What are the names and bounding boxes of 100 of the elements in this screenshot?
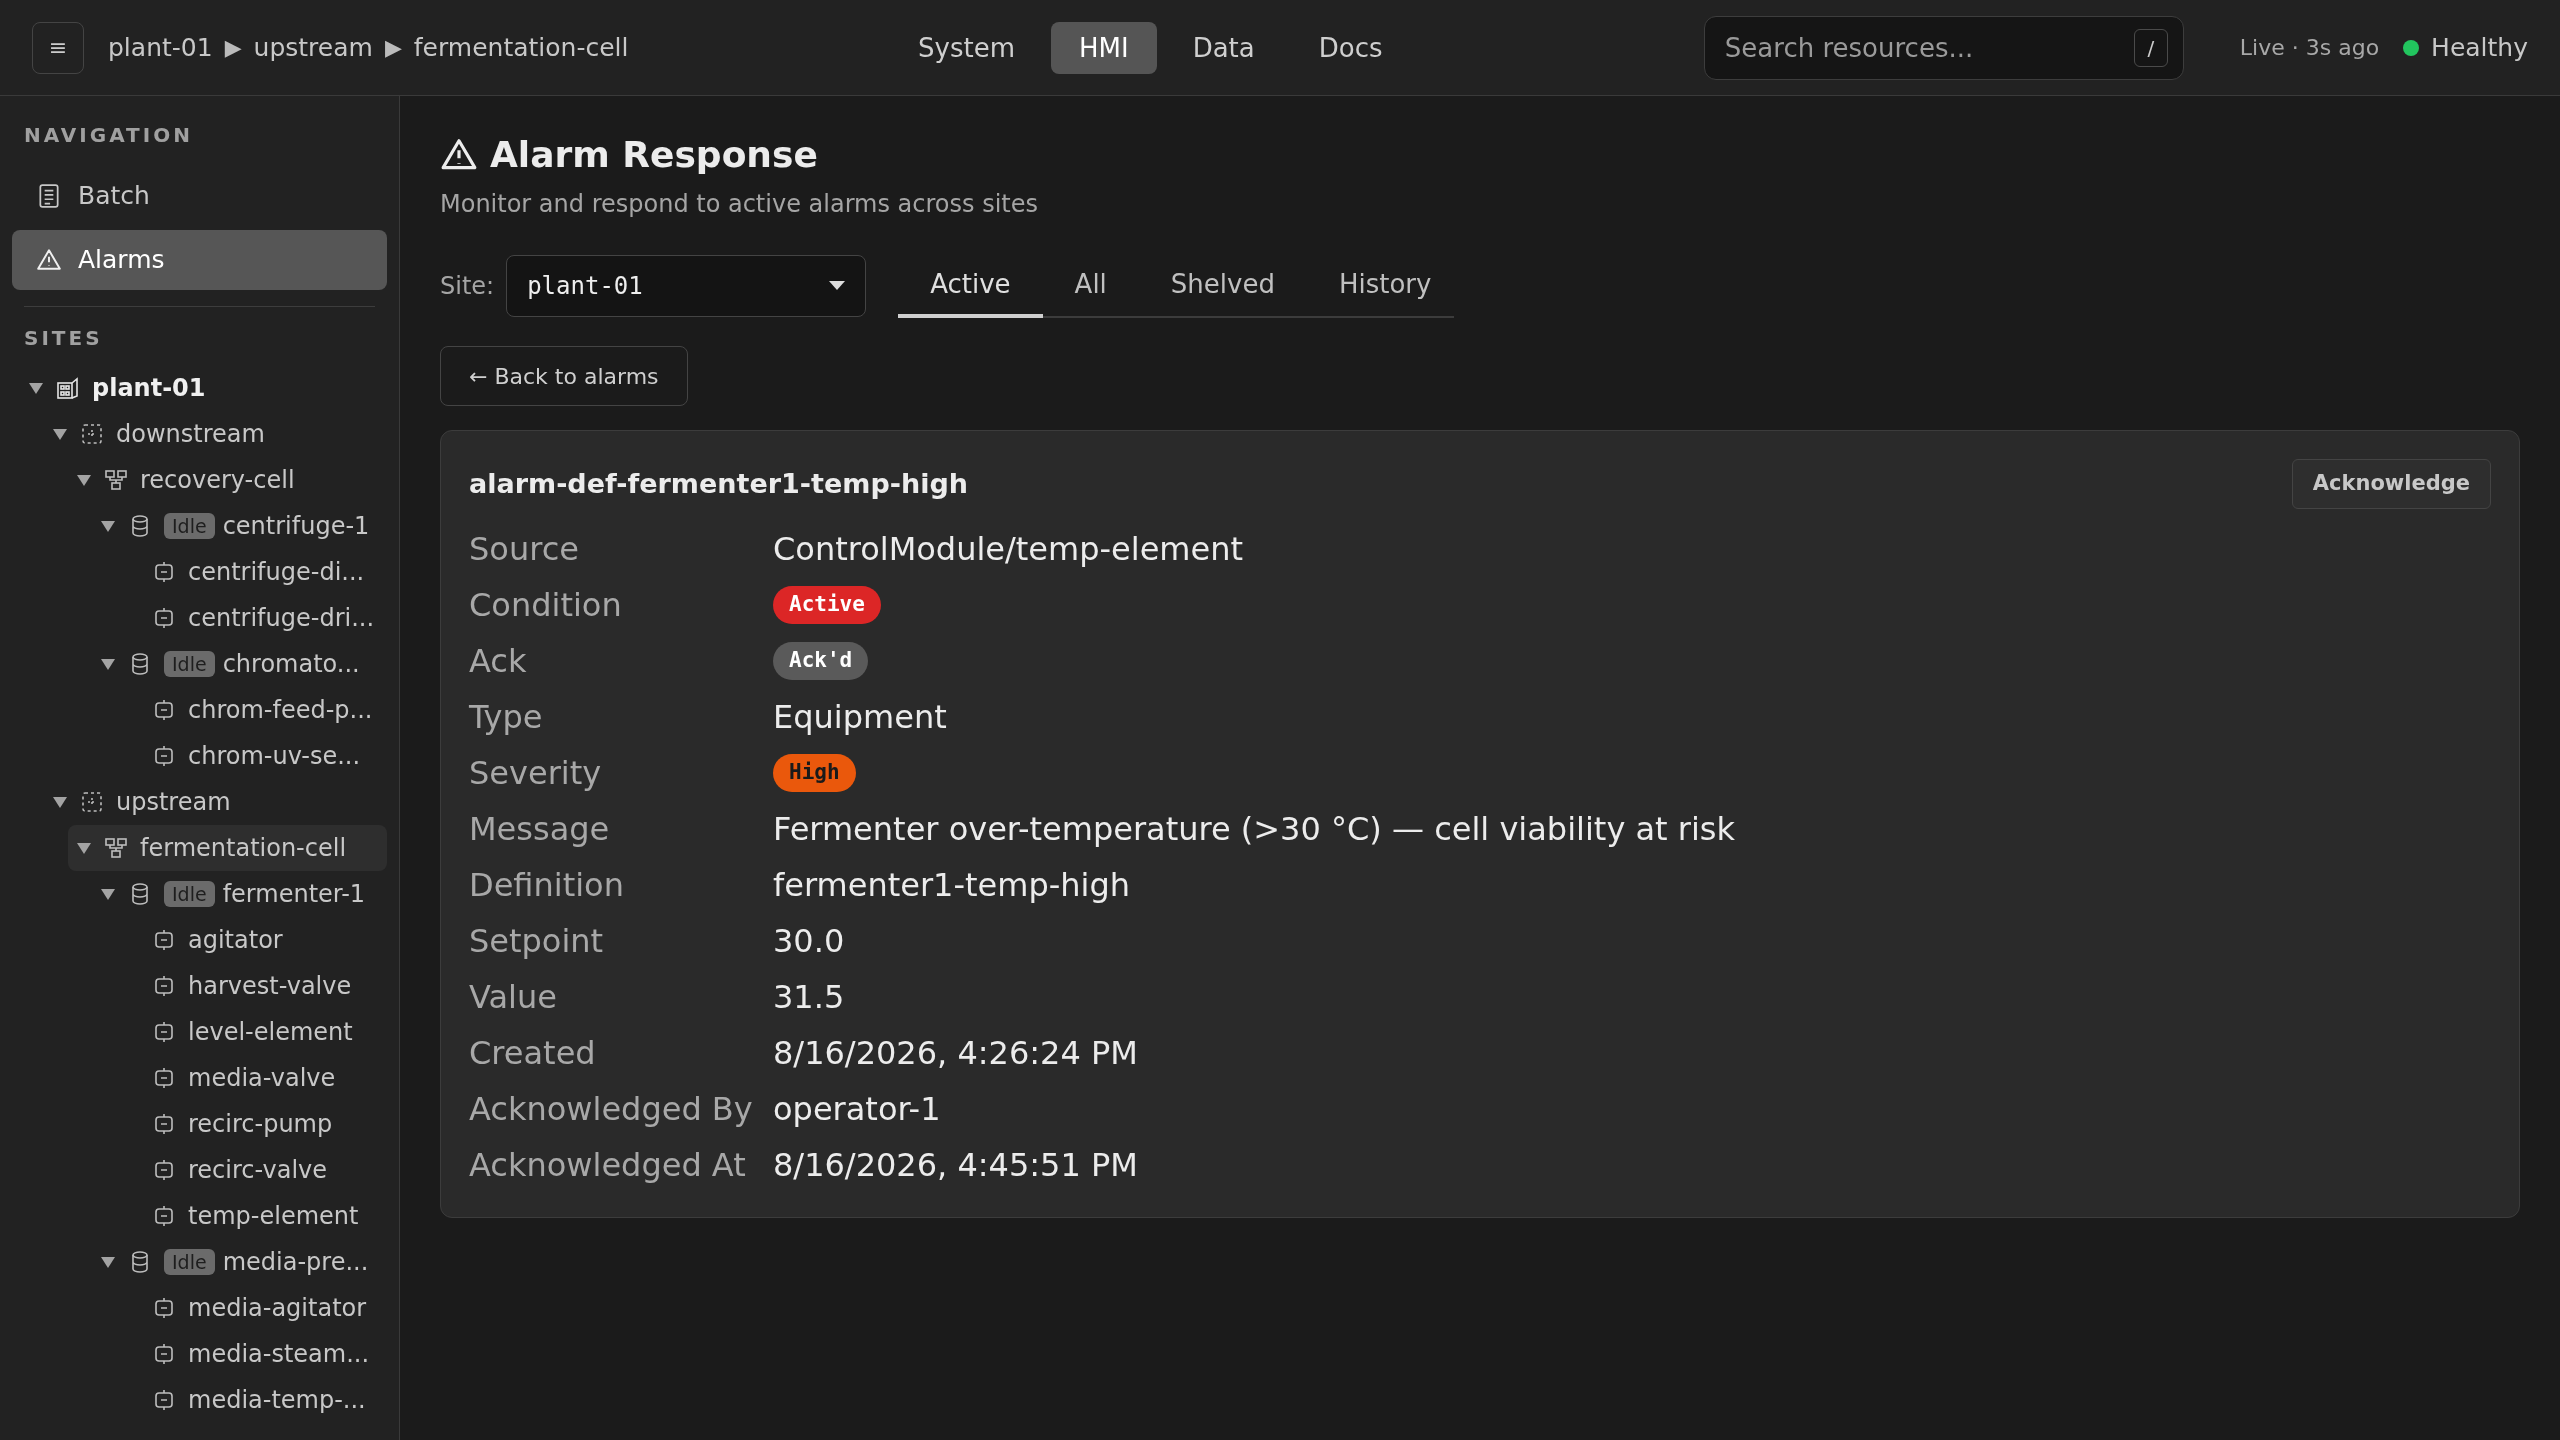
- expanded-triangle-icon[interactable]: [52, 426, 68, 442]
- field-value: 31.5: [773, 977, 845, 1018]
- building-icon: [56, 376, 80, 400]
- breadcrumb-link[interactable]: plant-01: [108, 28, 213, 67]
- field-label: Type: [469, 697, 544, 738]
- status-badge: High: [773, 754, 856, 792]
- breadcrumb-link[interactable]: fermentation-cell: [413, 28, 629, 67]
- back-button[interactable]: ← Back to alarms: [440, 346, 688, 406]
- page-title: Alarm Response: [490, 133, 818, 177]
- tree-item[interactable]: plant-01: [20, 365, 387, 411]
- filter-tab[interactable]: Active: [898, 254, 1043, 318]
- filter-tab[interactable]: Shelved: [1138, 254, 1307, 318]
- module-icon: [152, 974, 176, 998]
- tree-label: media-temp-...: [188, 1385, 366, 1416]
- tree-item[interactable]: media-steam...: [116, 1331, 387, 1377]
- field-label: Value: [469, 977, 558, 1018]
- status-badge: Idle: [164, 1249, 215, 1275]
- tree-item[interactable]: centrifuge-dri...: [116, 595, 387, 641]
- tree-label: level-element: [188, 1017, 353, 1048]
- tree-item[interactable]: recirc-valve: [116, 1147, 387, 1193]
- section-heading: NAVIGATION: [23, 122, 194, 149]
- field-label: Message: [469, 809, 611, 850]
- filter-tab[interactable]: All: [1042, 254, 1139, 318]
- tree-label: agitator: [188, 925, 283, 956]
- tree-item[interactable]: recovery-cell: [68, 457, 387, 503]
- expanded-triangle-icon[interactable]: [100, 518, 116, 534]
- field-value: Fermenter over-temperature (>30 °C) — cell viability at risk: [773, 809, 1736, 850]
- tree-item[interactable]: temp-element: [116, 1193, 387, 1239]
- live-status: Live · 3s ago: [2239, 34, 2380, 62]
- field-value: 8/16/2026, 4:45:51 PM: [773, 1145, 1138, 1186]
- tree-item[interactable]: downstream: [44, 411, 387, 457]
- tree-label: fermentation-cell: [140, 833, 347, 864]
- tree-label: chrom-feed-p...: [188, 695, 373, 726]
- expanded-triangle-icon[interactable]: [76, 840, 92, 856]
- nav-tab[interactable]: Data: [1164, 22, 1283, 74]
- dashed-square-icon: [80, 790, 104, 814]
- tree-item[interactable]: chrom-uv-se...: [116, 733, 387, 779]
- module-icon: [152, 1296, 176, 1320]
- breadcrumb-link[interactable]: upstream: [253, 28, 373, 67]
- module-icon: [152, 1112, 176, 1136]
- field-value: 30.0: [773, 921, 845, 962]
- tree-label: media-agitator: [188, 1293, 367, 1324]
- tree-item[interactable]: harvest-valve: [116, 963, 387, 1009]
- nav-item[interactable]: Alarms: [12, 230, 387, 290]
- tree-label: centrifuge-di...: [188, 557, 365, 588]
- status-badge: Idle: [164, 513, 215, 539]
- tree-item[interactable]: upstream: [44, 779, 387, 825]
- tree-label: plant-01: [92, 373, 206, 404]
- field-value: 8/16/2026, 4:26:24 PM: [773, 1033, 1138, 1074]
- tree-item[interactable]: level-element: [116, 1009, 387, 1055]
- nav-tab[interactable]: Docs: [1290, 22, 1411, 74]
- tree-item[interactable]: Idle fermenter-1: [92, 871, 387, 917]
- breadcrumb-separator: ▶: [224, 34, 242, 62]
- document-list-icon: [36, 183, 62, 209]
- tree-item[interactable]: Idle chromato...: [92, 641, 387, 687]
- tree-item[interactable]: agitator: [116, 917, 387, 963]
- acknowledge-button[interactable]: Acknowledge: [2291, 459, 2491, 509]
- tree-item[interactable]: fermentation-cell: [68, 825, 387, 871]
- field-label: Condition: [469, 585, 623, 626]
- dashed-square-icon: [80, 422, 104, 446]
- field-label: Setpoint: [469, 921, 605, 962]
- field-value: operator-1: [773, 1089, 941, 1130]
- menu-button[interactable]: ≡: [32, 21, 84, 74]
- tree-label: chromato...: [222, 649, 360, 680]
- expanded-triangle-icon[interactable]: [76, 472, 92, 488]
- tree-item[interactable]: Idle media-pre...: [92, 1239, 387, 1285]
- filter-tab[interactable]: History: [1306, 254, 1464, 318]
- tree-item[interactable]: media-temp-...: [116, 1377, 387, 1423]
- site-dropdown[interactable]: plant-01: [506, 255, 867, 317]
- shortcut-key: /: [2133, 28, 2168, 67]
- status-badge: Ack'd: [773, 642, 869, 680]
- tree-item[interactable]: chrom-feed-p...: [116, 687, 387, 733]
- tree-item[interactable]: media-agitator: [116, 1285, 387, 1331]
- tree-label: recirc-pump: [188, 1109, 333, 1140]
- tree-label: recirc-valve: [188, 1155, 328, 1186]
- tree-label: recovery-cell: [140, 465, 295, 496]
- page-subtitle: Monitor and respond to active alarms across sites: [440, 189, 1038, 220]
- field-label: Ack: [469, 641, 528, 682]
- tree-label: centrifuge-1: [222, 511, 370, 542]
- expanded-triangle-icon[interactable]: [100, 886, 116, 902]
- tree-label: chrom-uv-se...: [188, 741, 361, 772]
- field-label: Acknowledged At: [469, 1145, 747, 1186]
- tree-item[interactable]: centrifuge-di...: [116, 549, 387, 595]
- expanded-triangle-icon[interactable]: [100, 656, 116, 672]
- module-icon: [152, 1020, 176, 1044]
- field-value: fermenter1-temp-high: [773, 865, 1130, 906]
- nav-tab[interactable]: System: [890, 22, 1043, 74]
- field-label: Definition: [469, 865, 625, 906]
- tree-item[interactable]: media-valve: [116, 1055, 387, 1101]
- expanded-triangle-icon[interactable]: [52, 794, 68, 810]
- status-badge: Idle: [164, 651, 215, 677]
- module-icon: [152, 698, 176, 722]
- health-status: Healthy: [2431, 31, 2528, 64]
- expanded-triangle-icon[interactable]: [100, 1254, 116, 1270]
- tree-item[interactable]: recirc-pump: [116, 1101, 387, 1147]
- tree-item[interactable]: Idle centrifuge-1: [92, 503, 387, 549]
- nav-item[interactable]: Batch: [12, 166, 387, 226]
- nav-tab[interactable]: HMI: [1050, 22, 1157, 74]
- expanded-triangle-icon[interactable]: [28, 380, 44, 396]
- tree-label: centrifuge-dri...: [188, 603, 375, 634]
